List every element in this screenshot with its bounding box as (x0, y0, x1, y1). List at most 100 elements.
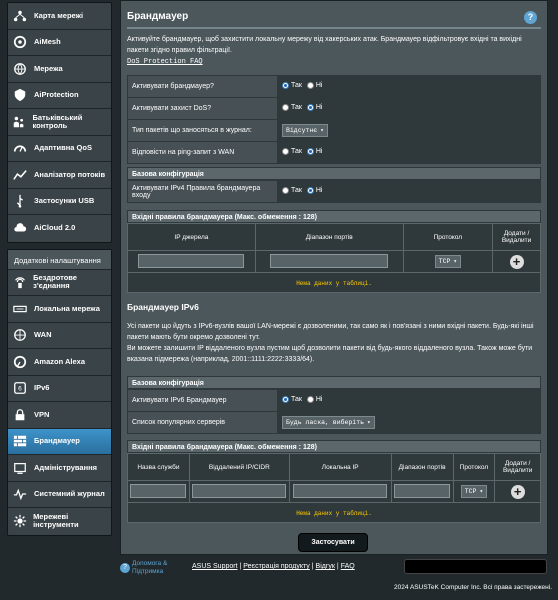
asus-support-link[interactable]: ASUS Support (192, 563, 238, 570)
help-support-link[interactable]: ? Допомога & Підтримка (120, 560, 178, 576)
sidebar-item-network-tools[interactable]: Мережеві інструменти (8, 508, 111, 535)
ipv6-description: Усі пакети що йдуть з IPv6-вузлів вашої … (127, 323, 534, 363)
sidebar-item-label: VPN (34, 409, 50, 419)
firewall-yes-radio[interactable]: Так (282, 82, 302, 89)
lan-icon (12, 301, 28, 317)
description-text: Активуйте брандмауер, щоб захистити лока… (127, 36, 522, 54)
sidebar-item-admin[interactable]: Адміністрування (8, 455, 111, 482)
ipv6-inbound-header: Вхідні правила брандмауера (Макс. обмеже… (127, 440, 541, 453)
sidebar-item-wireless[interactable]: Бездротове з'єднання (8, 270, 111, 296)
dos-faq-link[interactable]: DoS Protection FAQ (127, 58, 203, 66)
sidebar-item-label: Адаптивна QoS (34, 143, 92, 153)
ping-no-radio[interactable]: Ні (306, 148, 323, 155)
remote-ip-input[interactable] (192, 483, 287, 498)
port-range-input[interactable] (394, 483, 451, 498)
inbound-rules-table: IP джерела Діапазон портів Протокол Дода… (127, 223, 541, 293)
ipv6-inbound-table: Назва служби Віддалений IP/CIDR Локальна… (127, 453, 541, 523)
sidebar-item-label: Адміністрування (34, 462, 98, 472)
port-range-input[interactable] (270, 253, 389, 268)
sidebar-item-network-map[interactable]: Карта мережі (8, 3, 111, 30)
sidebar-item-lan[interactable]: Локальна мережа (8, 296, 111, 323)
search-input[interactable] (404, 559, 547, 574)
protocol-select[interactable]: TCP ▾ (434, 255, 462, 268)
sidebar-item-ipv6[interactable]: 6 IPv6 (8, 376, 111, 402)
dos-yes-radio[interactable]: Так (282, 104, 302, 111)
feedback-link[interactable]: Відгук (316, 563, 335, 570)
service-name-input[interactable] (130, 483, 187, 498)
faq-link[interactable]: FAQ (341, 563, 355, 570)
sidebar-item-label: Аналізатор потоків (34, 169, 106, 179)
col-add-delete: Додати / Видалити (494, 453, 541, 481)
enable-dos-label: Активувати захист DoS? (127, 97, 278, 120)
ipv6-icon: 6 (12, 380, 28, 396)
sidebar-item-usb[interactable]: Застосунки USB (8, 189, 111, 215)
add-rule-button[interactable]: + (509, 254, 524, 269)
ipv6-config-header: Базова конфігурація (127, 376, 541, 389)
svg-text:6: 6 (18, 386, 22, 393)
sidebar-item-wan-globe[interactable]: WAN (8, 323, 111, 349)
popular-servers-label: Список популярних серверів (127, 411, 278, 434)
no-data-message: Нема даних у таблиці. (296, 510, 372, 517)
sidebar-item-globe[interactable]: Мережа (8, 56, 111, 83)
copyright: 2024 ASUSTeK Computer Inc. Всі права зас… (394, 584, 552, 591)
network-map-icon (12, 8, 28, 24)
advanced-settings-header: Додаткові налаштування (8, 249, 111, 270)
popular-servers-select[interactable]: Будь ласка, виберіть ▾ (282, 416, 375, 429)
sidebar-item-alexa[interactable]: Amazon Alexa (8, 349, 111, 376)
sidebar-item-parental-control[interactable]: Батьківський контроль (8, 109, 111, 136)
add-rule-button[interactable]: + (510, 484, 525, 499)
sidebar: Карта мережі AiMesh Мережа AiProtection Бать… (7, 0, 112, 536)
help-icon[interactable]: ? (524, 11, 537, 24)
usb-icon (12, 193, 28, 209)
sidebar-item-label: Бездротове з'єднання (33, 273, 77, 291)
sidebar-item-label: Брандмауер (34, 436, 80, 446)
ipv6-config-table: Активувати IPv6 Брандмауер Так Ні Список… (127, 389, 541, 434)
cloud-icon (12, 220, 28, 236)
sidebar-item-cloud[interactable]: AiCloud 2.0 (8, 215, 111, 242)
sidebar-item-label: AiCloud 2.0 (34, 223, 76, 233)
sidebar-item-firewall[interactable]: Брандмауер (8, 428, 111, 455)
sidebar-item-syslog[interactable]: Системний журнал (8, 482, 111, 508)
firewall-settings-table: Активувати брандмауер? Так Ні Активувати… (127, 75, 541, 164)
admin-icon (12, 460, 28, 476)
chevron-down-icon: ▾ (453, 258, 458, 265)
sidebar-item-label: WAN (34, 330, 52, 340)
ipv6-yes-radio[interactable]: Так (282, 396, 302, 403)
basic-config-header: Базова конфігурація (127, 167, 541, 180)
ipv6-no-radio[interactable]: Ні (306, 396, 323, 403)
syslog-icon (12, 486, 28, 502)
ipv6-enable-label: Активувати IPv6 Брандмауер (127, 389, 278, 412)
apply-button[interactable]: Застосувати (298, 533, 368, 552)
protocol-select[interactable]: TCP ▾ (460, 485, 488, 498)
product-registration-link[interactable]: Реєстрація продукту (243, 563, 310, 570)
sidebar-item-label: Застосунки USB (34, 196, 95, 206)
sidebar-item-shield[interactable]: AiProtection (8, 83, 111, 109)
col-port-range: Діапазон портів (390, 453, 454, 481)
firewall-no-radio[interactable]: Ні (306, 82, 323, 89)
sidebar-item-label: Мережеві інструменти (33, 512, 79, 530)
footer-links: ASUS Support | Реєстрація продукту | Від… (192, 563, 355, 570)
sidebar-item-label: IPv6 (34, 383, 50, 393)
sidebar-item-aimesh[interactable]: AiMesh (8, 30, 111, 56)
source-ip-input[interactable] (138, 253, 245, 268)
basic-config-table: Активувати IPv4 Правила брандмауера вход… (127, 180, 541, 203)
sidebar-item-vpn[interactable]: VPN (8, 402, 111, 429)
main-panel: Брандмауер ? Активуйте брандмауер, щоб з… (120, 0, 548, 555)
firewall-icon (12, 433, 28, 449)
advanced-menu: Додаткові налаштування Бездротове з'єдна… (7, 248, 112, 536)
chevron-down-icon: ▾ (367, 419, 371, 426)
question-icon: ? (120, 563, 130, 573)
sidebar-item-qos[interactable]: Адаптивна QoS (8, 136, 111, 162)
col-remote-ip: Віддалений IP/CIDR (188, 453, 290, 481)
dos-no-radio[interactable]: Ні (306, 104, 323, 111)
sidebar-item-label: Карта мережі (34, 10, 84, 20)
col-port-range: Діапазон портів (254, 223, 404, 251)
sidebar-item-label: Батьківський контроль (32, 112, 83, 130)
local-ip-input[interactable] (293, 483, 388, 498)
ipv4-rules-yes-radio[interactable]: Так (282, 187, 302, 194)
sidebar-item-traffic-analyzer[interactable]: Аналізатор потоків (8, 162, 111, 189)
ipv4-rules-no-radio[interactable]: Ні (306, 187, 323, 194)
logged-packets-select[interactable]: Відсутнє ▾ (282, 124, 328, 137)
ping-yes-radio[interactable]: Так (282, 148, 302, 155)
wireless-icon (12, 274, 27, 290)
